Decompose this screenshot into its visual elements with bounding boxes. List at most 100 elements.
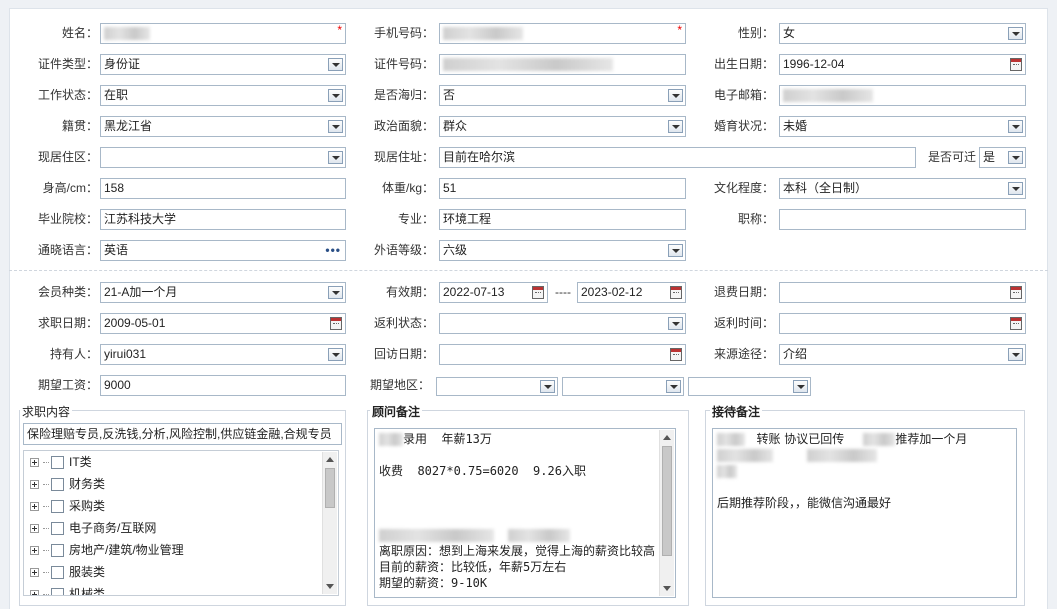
chevron-down-icon[interactable] xyxy=(1008,151,1023,164)
region-province-select[interactable] xyxy=(436,377,558,396)
validity-from-input[interactable]: 2022-07-13 xyxy=(439,282,548,303)
chevron-down-icon[interactable] xyxy=(328,89,343,102)
school-input[interactable]: 江苏科技大学 xyxy=(100,209,346,230)
validity-to-input[interactable]: 2023-02-12 xyxy=(577,282,686,303)
scroll-thumb[interactable] xyxy=(325,468,335,508)
email-input[interactable] xyxy=(779,85,1026,106)
expand-icon[interactable] xyxy=(30,458,39,468)
validity-to-value: 2023-02-12 xyxy=(581,285,643,299)
calendar-icon[interactable] xyxy=(670,286,682,299)
salary-input[interactable]: 9000 xyxy=(100,375,346,396)
residence-select[interactable] xyxy=(100,147,346,168)
scroll-up-icon[interactable] xyxy=(663,435,671,440)
tree-item[interactable]: 房地产/建筑/物业管理 xyxy=(30,539,184,561)
chevron-down-icon[interactable] xyxy=(1008,27,1023,40)
expand-icon[interactable] xyxy=(30,546,39,556)
phone-input[interactable]: * xyxy=(439,23,686,44)
height-input[interactable]: 158 xyxy=(100,178,346,199)
title-input[interactable] xyxy=(779,209,1026,230)
more-icon[interactable]: ••• xyxy=(325,241,341,260)
chevron-down-icon[interactable] xyxy=(666,380,681,393)
scroll-down-icon[interactable] xyxy=(326,584,334,589)
chevron-down-icon[interactable] xyxy=(1008,182,1023,195)
expand-icon[interactable] xyxy=(30,502,39,512)
scrollbar[interactable] xyxy=(322,452,337,594)
source-select[interactable]: 介绍 xyxy=(779,344,1026,365)
chevron-down-icon[interactable] xyxy=(328,286,343,299)
calendar-icon[interactable] xyxy=(330,317,342,330)
checkbox[interactable] xyxy=(51,588,64,595)
tree-item[interactable]: 机械类 xyxy=(30,583,105,595)
relocate-select[interactable]: 是 xyxy=(979,147,1026,168)
checkbox[interactable] xyxy=(51,566,64,580)
rebate-time-label: 返利时间： xyxy=(713,316,774,330)
marital-select[interactable]: 未婚 xyxy=(779,116,1026,137)
chevron-down-icon[interactable] xyxy=(668,89,683,102)
lang-level-select[interactable]: 六级 xyxy=(439,240,686,261)
section-divider xyxy=(9,270,1048,271)
rebate-status-select[interactable] xyxy=(439,313,686,334)
redacted-text xyxy=(717,433,745,446)
chevron-down-icon[interactable] xyxy=(328,58,343,71)
expand-icon[interactable] xyxy=(30,480,39,490)
checkbox[interactable] xyxy=(51,544,64,558)
scroll-down-icon[interactable] xyxy=(663,586,671,591)
major-input[interactable]: 环境工程 xyxy=(439,209,686,230)
tree-item[interactable]: 财务类 xyxy=(30,473,105,495)
weight-input[interactable]: 51 xyxy=(439,178,686,199)
member-type-select[interactable]: 21-A加一个月 xyxy=(100,282,346,303)
calendar-icon[interactable] xyxy=(1010,317,1022,330)
tree-item[interactable]: IT类 xyxy=(30,451,92,473)
expand-icon[interactable] xyxy=(30,568,39,578)
scrollbar[interactable] xyxy=(659,430,674,596)
holder-select[interactable]: yirui031 xyxy=(100,344,346,365)
job-content-summary[interactable]: 保险理赔专员,反洗钱,分析,风险控制,供应链金融,合规专员 xyxy=(23,423,342,445)
visit-date-input[interactable] xyxy=(439,344,686,365)
tree-item[interactable]: 电子商务/互联网 xyxy=(30,517,156,539)
calendar-icon[interactable] xyxy=(1010,286,1022,299)
expand-icon[interactable] xyxy=(30,590,39,595)
birth-date-input[interactable]: 1996-12-04 xyxy=(779,54,1026,75)
chevron-down-icon[interactable] xyxy=(1008,120,1023,133)
education-select[interactable]: 本科（全日制） xyxy=(779,178,1026,199)
tree-item[interactable]: 采购类 xyxy=(30,495,105,517)
region-district-select[interactable] xyxy=(688,377,811,396)
name-input[interactable]: * xyxy=(100,23,346,44)
job-date-input[interactable]: 2009-05-01 xyxy=(100,313,346,334)
chevron-down-icon[interactable] xyxy=(540,380,555,393)
checkbox[interactable] xyxy=(51,478,64,492)
scroll-up-icon[interactable] xyxy=(326,457,334,462)
chevron-down-icon[interactable] xyxy=(668,317,683,330)
chevron-down-icon[interactable] xyxy=(328,120,343,133)
checkbox[interactable] xyxy=(51,522,64,536)
id-type-select[interactable]: 身份证 xyxy=(100,54,346,75)
chevron-down-icon[interactable] xyxy=(793,380,808,393)
chevron-down-icon[interactable] xyxy=(668,244,683,257)
refund-date-input[interactable] xyxy=(779,282,1026,303)
chevron-down-icon[interactable] xyxy=(1008,348,1023,361)
political-select[interactable]: 群众 xyxy=(439,116,686,137)
member-type-label: 会员种类： xyxy=(37,285,98,299)
consultant-notes-textarea[interactable]: 录用 年薪13万 收费 8027*0.75=6020 9.26入职 离职原因：想… xyxy=(374,428,676,598)
overseas-select[interactable]: 否 xyxy=(439,85,686,106)
calendar-icon[interactable] xyxy=(532,286,544,299)
chevron-down-icon[interactable] xyxy=(328,348,343,361)
address-input[interactable]: 目前在哈尔滨 xyxy=(439,147,916,168)
region-city-select[interactable] xyxy=(562,377,684,396)
gender-select[interactable]: 女 xyxy=(779,23,1026,44)
calendar-icon[interactable] xyxy=(1010,58,1022,71)
native-select[interactable]: 黑龙江省 xyxy=(100,116,346,137)
scroll-thumb[interactable] xyxy=(662,446,672,556)
checkbox[interactable] xyxy=(51,456,64,470)
checkbox[interactable] xyxy=(51,500,64,514)
work-status-select[interactable]: 在职 xyxy=(100,85,346,106)
chevron-down-icon[interactable] xyxy=(328,151,343,164)
tree-item[interactable]: 服装类 xyxy=(30,561,105,583)
reception-notes-textarea[interactable]: 转账 协议已回传 推荐加一个月 后期推荐阶段，，能微信沟通最好 xyxy=(712,428,1017,598)
id-no-input[interactable] xyxy=(439,54,686,75)
chevron-down-icon[interactable] xyxy=(668,120,683,133)
rebate-time-input[interactable] xyxy=(779,313,1026,334)
language-input[interactable]: 英语 ••• xyxy=(100,240,346,261)
calendar-icon[interactable] xyxy=(670,348,682,361)
expand-icon[interactable] xyxy=(30,524,39,534)
